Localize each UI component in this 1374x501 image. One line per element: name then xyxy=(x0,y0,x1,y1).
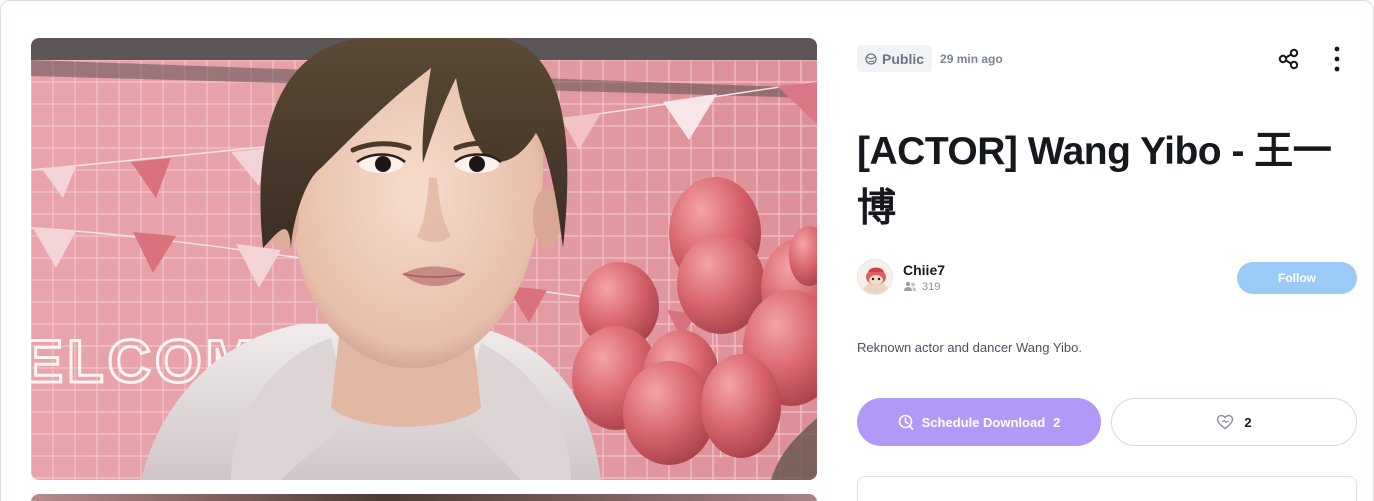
follow-button[interactable]: Follow xyxy=(1237,262,1357,294)
author-block[interactable]: Chiie7 319 xyxy=(857,259,945,295)
like-count: 2 xyxy=(1244,414,1252,430)
followers-value: 319 xyxy=(922,280,941,293)
download-label: Schedule Download xyxy=(921,414,1046,430)
author-name[interactable]: Chiie7 xyxy=(903,262,945,278)
post-title: [ACTOR] Wang Yibo - 王一博 xyxy=(857,130,1332,230)
more-options-button[interactable] xyxy=(1322,44,1352,74)
globe-icon xyxy=(865,52,877,65)
details-card xyxy=(857,476,1357,501)
visibility-badge: Public xyxy=(857,45,933,72)
clock-download-icon xyxy=(898,414,913,430)
heart-icon xyxy=(1217,414,1234,430)
followers-count: 319 xyxy=(903,281,945,293)
post-description: Reknown actor and dancer Wang Yibo. xyxy=(857,340,1082,355)
hero-image-secondary[interactable] xyxy=(31,494,817,501)
hero-image[interactable]: ELCOM xyxy=(31,38,817,480)
visibility-label: Public xyxy=(882,50,925,67)
like-button[interactable]: 2 xyxy=(1111,398,1357,446)
users-icon xyxy=(904,281,916,291)
post-meta: Public 29 min ago xyxy=(857,45,1003,72)
share-icon xyxy=(1278,48,1299,70)
download-count: 2 xyxy=(1053,414,1061,430)
timestamp: 29 min ago xyxy=(940,51,1003,66)
schedule-download-button[interactable]: Schedule Download 2 xyxy=(857,398,1101,446)
more-vertical-icon xyxy=(1334,46,1340,72)
avatar[interactable] xyxy=(857,259,893,295)
share-button[interactable] xyxy=(1274,44,1304,74)
